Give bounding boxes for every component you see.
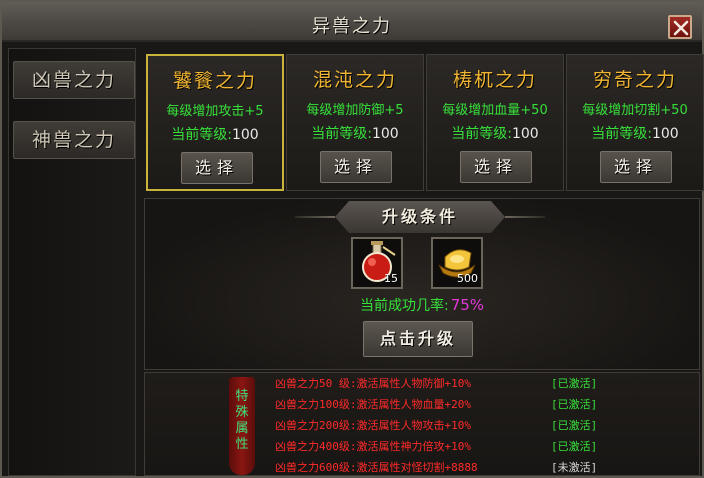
attribute-description: 凶兽之力200级:激活属性人物攻击+10%	[275, 419, 471, 432]
header-divider-left	[295, 216, 335, 218]
beast-name: 梼杌之力	[452, 69, 537, 91]
special-attributes-panel: 特 殊 属 性 凶兽之力50 级:激活属性人物防御+10% [已激活] 凶兽之力…	[144, 372, 700, 476]
sidebar-tab-divine-beast[interactable]: 神兽之力	[13, 121, 135, 159]
select-button[interactable]: 选择	[600, 151, 672, 183]
beast-bonus: 每级增加切割+50	[582, 103, 688, 118]
level-label: 当前等级:	[311, 126, 372, 142]
sidebar-tab-fierce-beast[interactable]: 凶兽之力	[13, 61, 135, 99]
upgrade-conditions-header: 升级条件	[335, 201, 505, 233]
beast-bonus: 每级增加攻击+5	[166, 104, 264, 119]
attribute-row: 凶兽之力600级:激活属性对怪切割+8888 [未激活]	[275, 459, 597, 478]
attribute-row: 凶兽之力50 级:激活属性人物防御+10% [已激活]	[275, 375, 597, 395]
upgrade-panel: 升级条件 15 500 当前成功几率: 75% 点击升级	[144, 198, 700, 370]
header-divider-right	[505, 216, 545, 218]
beast-power-window: 异兽之力 凶兽之力 神兽之力 饕餮之力 每级增加攻击+5 当前等级:100 选择…	[0, 0, 704, 478]
badge-char: 特	[235, 389, 249, 404]
level-value: 100	[231, 127, 259, 143]
attribute-row: 凶兽之力400级:激活属性神力倍攻+10% [已激活]	[275, 438, 597, 458]
level-label: 当前等级:	[451, 126, 512, 142]
success-rate: 当前成功几率: 75%	[145, 295, 699, 315]
beast-level: 当前等级:100	[148, 124, 282, 144]
beast-level: 当前等级:100	[427, 123, 563, 143]
attribute-row: 凶兽之力100级:激活属性人物血量+20% [已激活]	[275, 396, 597, 416]
beast-name: 饕餮之力	[172, 70, 257, 92]
select-button[interactable]: 选择	[320, 151, 392, 183]
item-slot-gold[interactable]: 500	[431, 237, 483, 289]
level-value: 100	[511, 126, 539, 142]
beast-name: 穷奇之力	[592, 69, 677, 91]
badge-char: 性	[235, 437, 249, 452]
beast-card-hundun[interactable]: 混沌之力 每级增加防御+5 当前等级:100 选择	[286, 54, 424, 191]
special-attributes-badge: 特 殊 属 性	[229, 377, 255, 475]
level-value: 100	[371, 126, 399, 142]
badge-char: 属	[235, 421, 249, 436]
select-button[interactable]: 选择	[460, 151, 532, 183]
select-button[interactable]: 选择	[181, 152, 253, 184]
success-rate-label: 当前成功几率:	[359, 298, 449, 314]
beast-level: 当前等级:100	[567, 123, 703, 143]
attribute-description: 凶兽之力100级:激活属性人物血量+20%	[275, 398, 471, 411]
badge-char: 殊	[235, 405, 249, 420]
level-value: 100	[651, 126, 679, 142]
item-quantity: 500	[457, 272, 478, 285]
title-bar[interactable]: 异兽之力	[2, 2, 702, 42]
beast-card-qiongqi[interactable]: 穷奇之力 每级增加切割+50 当前等级:100 选择	[566, 54, 704, 191]
attribute-description: 凶兽之力400级:激活属性神力倍攻+10%	[275, 440, 471, 453]
close-button[interactable]	[668, 15, 692, 39]
attribute-status: [已激活]	[551, 440, 598, 453]
beast-name: 混沌之力	[312, 69, 397, 91]
attribute-status: [已激活]	[551, 377, 598, 390]
beast-level: 当前等级:100	[287, 123, 423, 143]
beast-card-taotie[interactable]: 饕餮之力 每级增加攻击+5 当前等级:100 选择	[146, 54, 284, 191]
item-quantity: 15	[384, 272, 398, 285]
beast-bonus: 每级增加防御+5	[306, 103, 404, 118]
attribute-status: [已激活]	[551, 419, 598, 432]
item-slot-potion[interactable]: 15	[351, 237, 403, 289]
upgrade-button[interactable]: 点击升级	[363, 321, 473, 357]
window-title: 异兽之力	[312, 16, 392, 37]
attribute-description: 凶兽之力600级:激活属性对怪切割+8888	[275, 461, 478, 474]
success-rate-value: 75%	[450, 296, 485, 314]
attribute-status: [已激活]	[551, 398, 598, 411]
attribute-description: 凶兽之力50 级:激活属性人物防御+10%	[275, 377, 471, 390]
sidebar: 凶兽之力 神兽之力	[8, 48, 136, 476]
level-label: 当前等级:	[171, 127, 232, 143]
attribute-row: 凶兽之力200级:激活属性人物攻击+10% [已激活]	[275, 417, 597, 437]
attribute-status: [未激活]	[551, 461, 598, 474]
special-attributes-label: 特 殊 属 性	[229, 389, 255, 453]
level-label: 当前等级:	[591, 126, 652, 142]
beast-card-taowu[interactable]: 梼杌之力 每级增加血量+50 当前等级:100 选择	[426, 54, 564, 191]
close-icon	[673, 20, 689, 36]
beast-bonus: 每级增加血量+50	[442, 103, 548, 118]
